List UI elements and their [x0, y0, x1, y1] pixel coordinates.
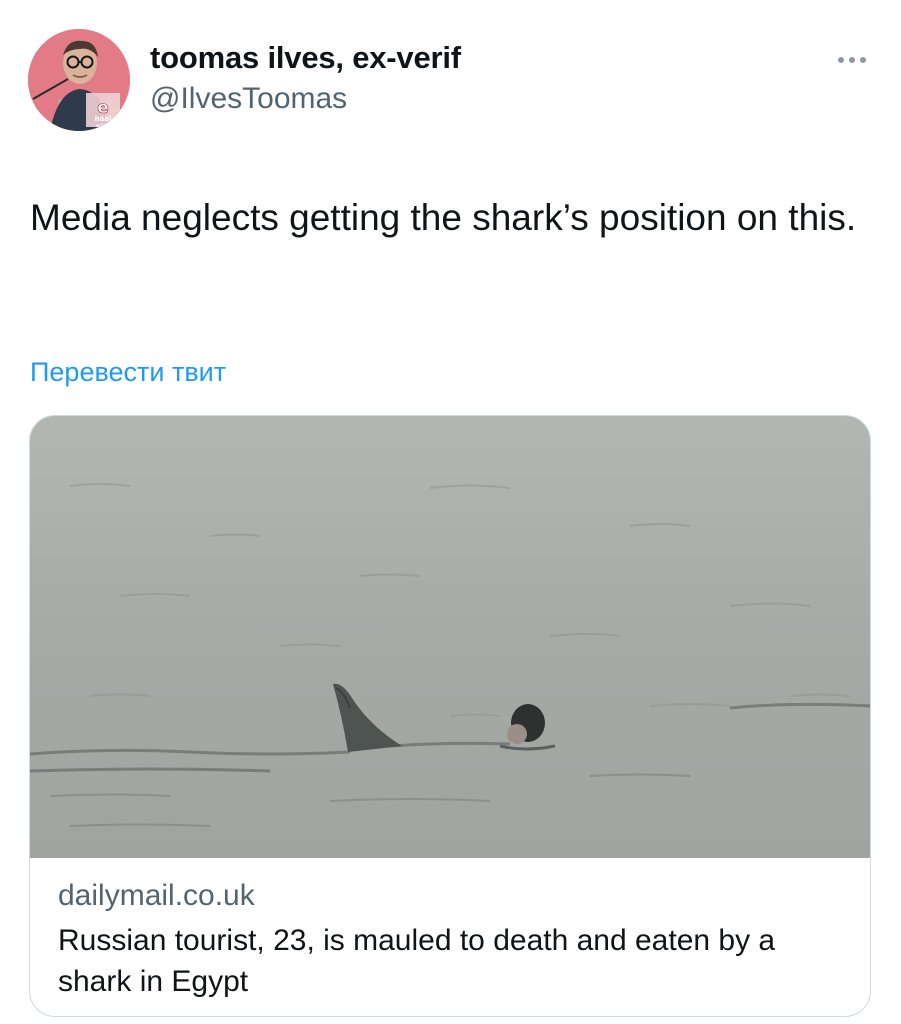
avatar-image: e hääl antud [28, 29, 130, 131]
author-handle[interactable]: @IlvesToomas [150, 82, 347, 116]
shark-in-water-photo [30, 416, 870, 858]
ellipsis-icon [838, 57, 866, 63]
card-image [30, 416, 870, 858]
svg-text:hääl: hääl [95, 115, 112, 123]
more-options-button[interactable] [832, 48, 872, 72]
tweet-text: Media neglects getting the shark’s posit… [30, 197, 857, 238]
avatar[interactable]: e hääl antud [28, 29, 130, 131]
translate-tweet-link[interactable]: Перевести твит [30, 357, 226, 388]
card-domain: dailymail.co.uk [58, 879, 255, 912]
svg-text:antud: antud [96, 123, 111, 129]
link-preview-card[interactable]: dailymail.co.uk Russian tourist, 23, is … [29, 415, 871, 1017]
card-title: Russian tourist, 23, is mauled to death … [58, 924, 776, 998]
card-meta: dailymail.co.uk Russian tourist, 23, is … [58, 876, 848, 1002]
author-display-name[interactable]: toomas ilves, ex-verif [150, 40, 461, 76]
